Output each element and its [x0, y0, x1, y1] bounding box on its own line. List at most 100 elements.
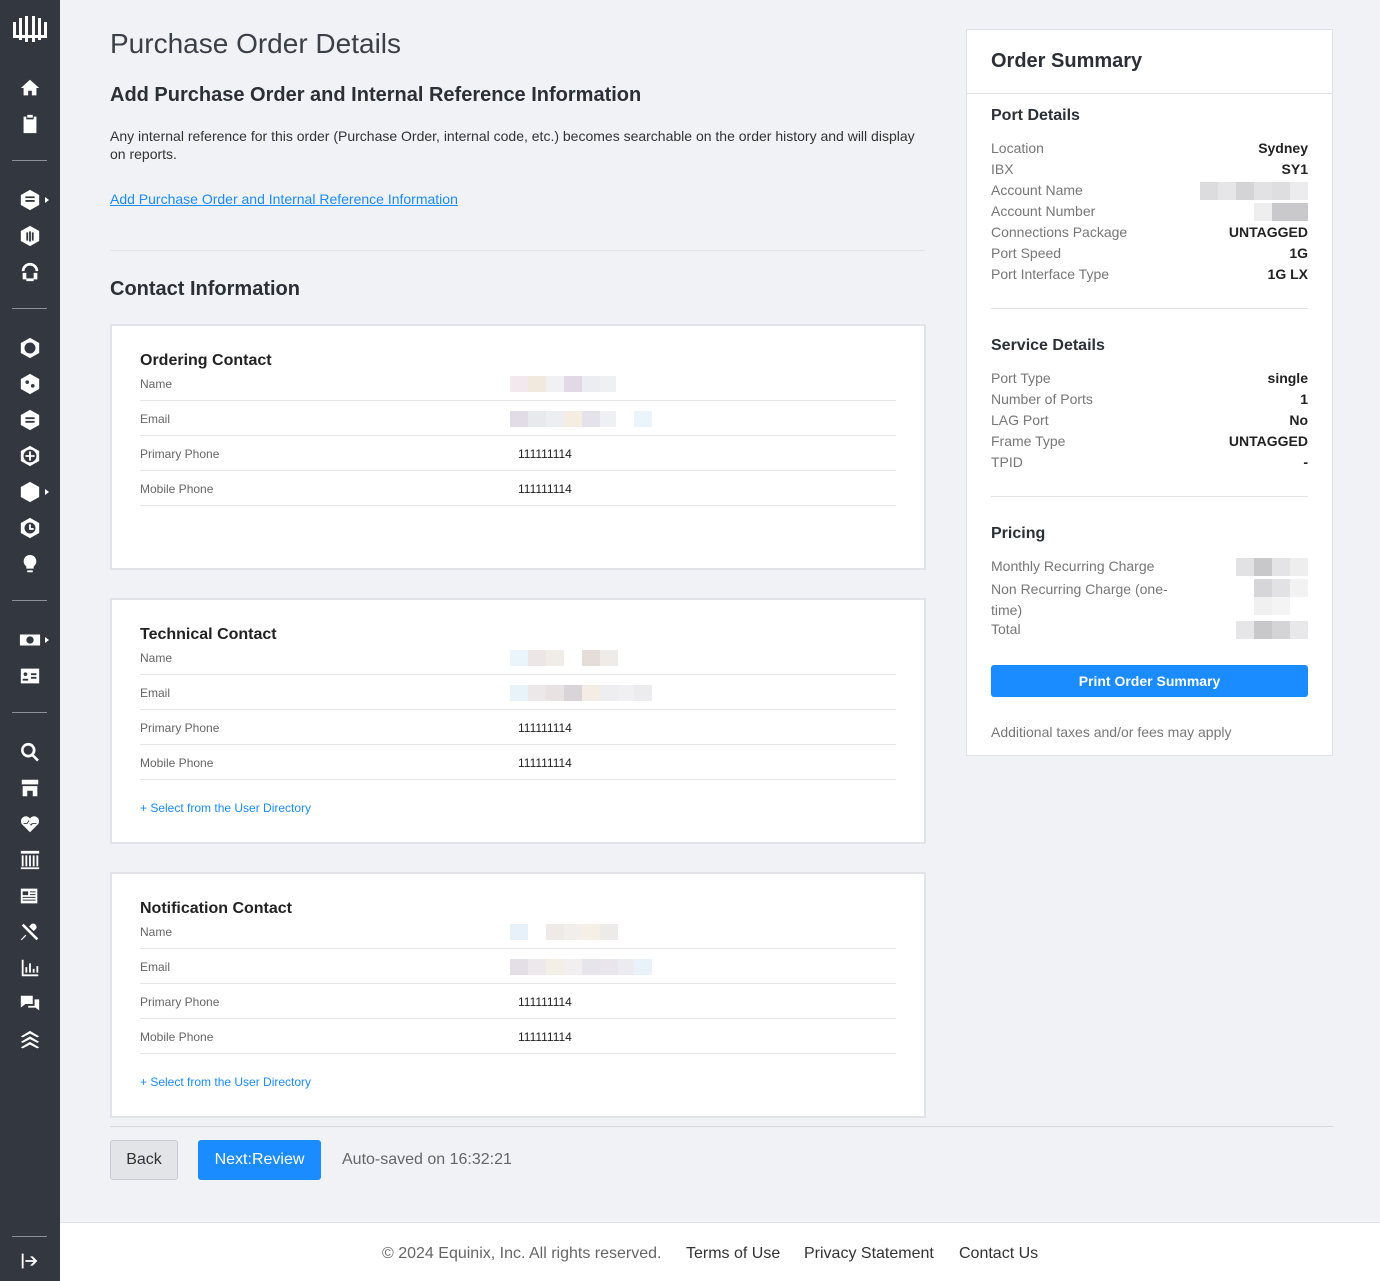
contact-row: Mobile Phone 111111114 — [140, 1019, 896, 1054]
logout-icon[interactable] — [18, 1249, 42, 1273]
add-po-reference-link[interactable]: Add Purchase Order and Internal Referenc… — [110, 191, 458, 207]
billing-icon[interactable] — [18, 628, 42, 652]
summary-key: Port Interface Type — [991, 266, 1110, 282]
contacts-icon[interactable] — [18, 664, 42, 688]
section-divider — [110, 250, 925, 251]
privacy-link[interactable]: Privacy Statement — [804, 1245, 934, 1263]
tools-icon[interactable] — [18, 920, 42, 944]
redacted-name — [510, 924, 620, 940]
contact-row: Email — [140, 401, 896, 436]
next-review-button[interactable]: Next:Review — [198, 1140, 321, 1180]
summary-row: TPID - — [991, 454, 1308, 475]
summary-key: Number of Ports — [991, 391, 1093, 407]
exchange-icon[interactable] — [18, 480, 42, 504]
summary-key: Location — [991, 140, 1044, 156]
bulb-icon[interactable] — [18, 552, 42, 576]
summary-key: IBX — [991, 161, 1014, 177]
summary-divider — [991, 496, 1308, 497]
field-value: 111111114 — [518, 721, 572, 735]
page-title: Purchase Order Details — [110, 28, 402, 59]
select-user-directory-link[interactable]: + Select from the User Directory — [140, 801, 311, 815]
home-icon[interactable] — [18, 76, 42, 100]
back-button[interactable]: Back — [110, 1140, 178, 1180]
summary-row: Account Number — [991, 203, 1308, 224]
print-order-summary-button[interactable]: Print Order Summary — [991, 665, 1308, 697]
contact-row: Mobile Phone 111111114 — [140, 471, 896, 506]
field-label: Mobile Phone — [140, 482, 214, 496]
summary-row: LAG Port No — [991, 412, 1308, 433]
fabric-cloud-icon[interactable] — [18, 408, 42, 432]
summary-value: UNTAGGED — [1228, 433, 1308, 449]
field-label: Primary Phone — [140, 995, 220, 1009]
contact-row: Primary Phone 111111114 — [140, 436, 896, 471]
sidebar — [0, 0, 60, 1281]
globe-icon[interactable] — [18, 444, 42, 468]
network-edge-icon[interactable] — [18, 336, 42, 360]
redacted-email — [510, 411, 652, 427]
fabric-icon[interactable] — [18, 188, 42, 212]
summary-row: Port Type single — [991, 370, 1308, 391]
summary-value: SY1 — [1281, 161, 1308, 177]
contact-row: Name — [140, 366, 896, 401]
actions-divider — [110, 1126, 1333, 1127]
equinix-logo[interactable] — [12, 16, 48, 42]
summary-row: Port Speed 1G — [991, 245, 1308, 266]
port-details-heading: Port Details — [991, 107, 1080, 124]
service-details-heading: Service Details — [991, 337, 1105, 354]
taxes-note: Additional taxes and/or fees may apply — [991, 724, 1232, 740]
field-label: Name — [140, 651, 173, 665]
support-icon[interactable] — [18, 260, 42, 284]
po-heading: Add Purchase Order and Internal Referenc… — [110, 84, 642, 106]
field-label: Mobile Phone — [140, 1030, 214, 1044]
field-label: Mobile Phone — [140, 756, 214, 770]
chat-icon[interactable] — [18, 992, 42, 1016]
technical-contact-card: Technical Contact Name Email Primary Pho… — [110, 598, 926, 844]
summary-row: Account Name — [991, 182, 1308, 203]
sidebar-divider — [12, 160, 47, 161]
clock-icon[interactable] — [18, 516, 42, 540]
clipboard-icon[interactable] — [18, 112, 42, 136]
summary-key: Non Recurring Charge (one-time) — [991, 581, 1168, 618]
field-label: Email — [140, 960, 171, 974]
select-user-directory-link[interactable]: + Select from the User Directory — [140, 1075, 311, 1089]
summary-key: Total — [991, 621, 1021, 637]
summary-row: Location Sydney — [991, 140, 1308, 161]
redacted-email — [510, 959, 652, 975]
summary-key: Account Number — [991, 203, 1096, 219]
po-description: Any internal reference for this order (P… — [110, 128, 915, 162]
field-label: Name — [140, 377, 173, 391]
summary-row: Total — [991, 621, 1308, 642]
summary-divider — [967, 93, 1332, 94]
marketplace-icon[interactable] — [18, 776, 42, 800]
redacted-name — [510, 376, 620, 392]
summary-value: 1G — [1289, 245, 1308, 261]
layers-icon[interactable] — [18, 1028, 42, 1052]
contact-us-link[interactable]: Contact Us — [959, 1245, 1038, 1263]
sidebar-divider — [12, 712, 47, 713]
summary-value: No — [1289, 412, 1308, 428]
redacted-monthly-charge — [1224, 558, 1308, 576]
billing-caret-icon — [45, 637, 49, 643]
summary-key: Account Name — [991, 182, 1083, 198]
news-icon[interactable] — [18, 884, 42, 908]
summary-value: 1 — [1300, 391, 1308, 407]
summary-key: Connections Package — [991, 224, 1128, 240]
redacted-nrc-charge — [1224, 579, 1308, 615]
summary-row: Monthly Recurring Charge — [991, 558, 1308, 579]
reports-icon[interactable] — [18, 956, 42, 980]
library-icon[interactable] — [18, 848, 42, 872]
footer: © 2024 Equinix, Inc. All rights reserved… — [60, 1222, 1380, 1281]
terms-link[interactable]: Terms of Use — [686, 1245, 780, 1263]
metal-icon[interactable] — [18, 224, 42, 248]
connect-icon[interactable] — [18, 372, 42, 396]
field-label: Primary Phone — [140, 721, 220, 735]
search-icon[interactable] — [18, 740, 42, 764]
field-label: Name — [140, 925, 173, 939]
health-icon[interactable] — [18, 812, 42, 836]
field-value: 111111114 — [518, 1030, 572, 1044]
sidebar-divider — [12, 308, 47, 309]
summary-value: UNTAGGED — [1228, 224, 1308, 240]
contact-row: Mobile Phone 111111114 — [140, 745, 896, 780]
summary-key: Monthly Recurring Charge — [991, 558, 1155, 574]
summary-value: 1G LX — [1267, 266, 1308, 282]
